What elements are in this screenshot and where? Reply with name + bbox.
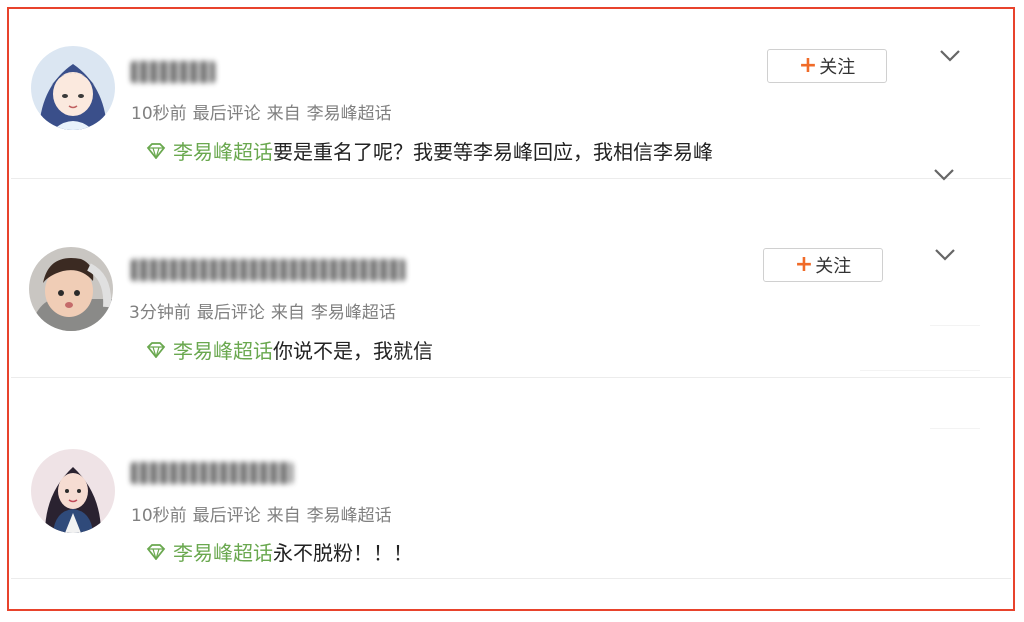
username-blurred[interactable] <box>131 259 405 281</box>
comment-text: 你说不是，我就信 <box>273 339 433 363</box>
divider <box>860 370 980 371</box>
comment-text-row: 李易峰超话 你说不是，我就信 <box>145 335 433 364</box>
source-link[interactable]: 李易峰超话 <box>311 303 396 323</box>
post-time: 3分钟前 <box>129 303 191 323</box>
post-meta: 10秒前 最后评论 来自 李易峰超话 <box>131 501 398 526</box>
follow-button[interactable]: + 关注 <box>767 49 887 83</box>
plus-icon: + <box>798 53 818 78</box>
divider <box>930 428 980 429</box>
chevron-down-icon[interactable] <box>939 49 961 63</box>
post-activity: 最后评论 <box>196 303 265 323</box>
post-meta: 3分钟前 最后评论 来自 李易峰超话 <box>129 298 402 323</box>
divider <box>11 578 1011 579</box>
super-topic-diamond-icon <box>146 142 166 159</box>
follow-button[interactable]: + 关注 <box>763 248 883 282</box>
divider <box>930 325 980 326</box>
follow-label: 关注 <box>819 57 856 78</box>
topic-link[interactable]: 李易峰超话 <box>173 335 273 364</box>
from-label: 来自 <box>266 104 301 124</box>
source-link[interactable]: 李易峰超话 <box>307 104 392 124</box>
source-link[interactable]: 李易峰超话 <box>307 506 392 526</box>
from-label: 来自 <box>270 303 305 323</box>
avatar[interactable] <box>31 46 115 130</box>
comment-text-row: 李易峰超话 要是重名了呢？我要等李易峰回应，我相信李易峰 <box>145 136 713 165</box>
post-meta: 10秒前 最后评论 来自 李易峰超话 <box>131 99 398 124</box>
post-activity: 最后评论 <box>192 506 261 526</box>
chevron-down-icon[interactable] <box>934 248 956 262</box>
divider <box>11 178 1011 179</box>
comment-text: 要是重名了呢？我要等李易峰回应，我相信李易峰 <box>273 140 713 164</box>
super-topic-diamond-icon <box>146 341 166 358</box>
comment-text: 永不脱粉！！！ <box>273 541 413 565</box>
avatar[interactable] <box>31 449 115 533</box>
post-time: 10秒前 <box>131 506 187 526</box>
from-label: 来自 <box>266 506 301 526</box>
post-activity: 最后评论 <box>192 104 261 124</box>
plus-icon: + <box>794 252 814 277</box>
comment-text-row: 李易峰超话 永不脱粉！！！ <box>145 537 413 566</box>
topic-link[interactable]: 李易峰超话 <box>173 537 273 566</box>
divider <box>11 377 1011 378</box>
username-blurred[interactable] <box>131 462 293 484</box>
username-blurred[interactable] <box>131 61 215 83</box>
avatar[interactable] <box>29 247 113 331</box>
topic-link[interactable]: 李易峰超话 <box>173 136 273 165</box>
follow-label: 关注 <box>815 256 852 277</box>
super-topic-diamond-icon <box>146 543 166 560</box>
post-time: 10秒前 <box>131 104 187 124</box>
chevron-down-icon[interactable] <box>933 168 955 182</box>
